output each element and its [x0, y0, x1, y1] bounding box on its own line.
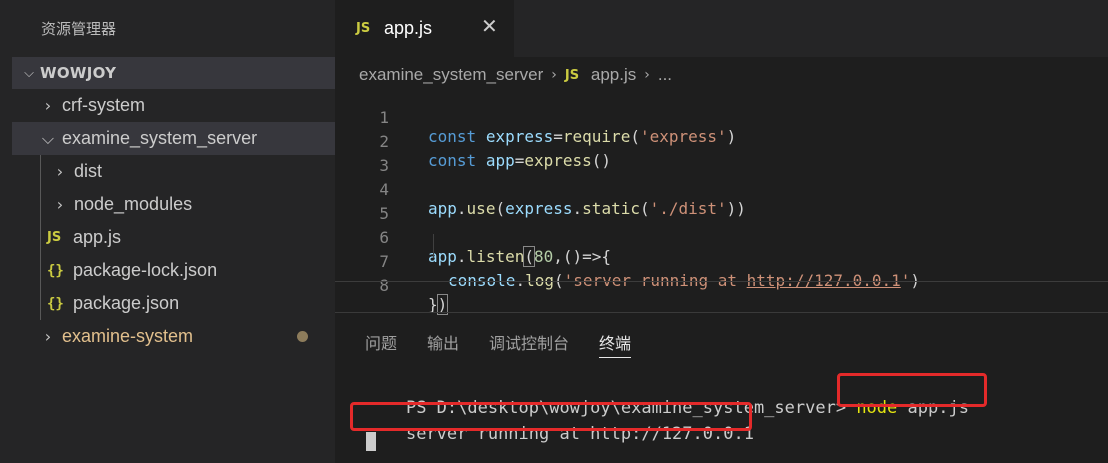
tree-item-node-modules[interactable]: › node_modules [12, 188, 335, 221]
tree-item-package-json[interactable]: {} package.json [12, 287, 335, 320]
tree-item-label: app.js [73, 227, 122, 247]
code-line: 7 console.log('server running at http://… [335, 233, 1108, 290]
breadcrumb-file[interactable]: app.js [591, 65, 636, 85]
panel-tab-bar: 问题 输出 调试控制台 终端 [365, 330, 661, 358]
modified-indicator-dot [297, 331, 308, 342]
explorer-sidebar: 资源管理器 ⌵ WOWJOY › crf-system ⌵ examine_sy… [0, 0, 335, 463]
tab-app-js[interactable]: JS app.js ✕ [335, 0, 514, 57]
breadcrumb-folder[interactable]: examine_system_server [359, 65, 543, 85]
chevron-right-icon: › [644, 67, 650, 83]
editor-tab-bar: JS app.js ✕ [335, 0, 1108, 57]
highlight-box-output [350, 402, 752, 431]
json-file-icon: {} [47, 262, 64, 279]
tree-item-label: examine_system_server [62, 128, 258, 148]
indent-guide [433, 234, 434, 258]
line-number: 8 [379, 276, 389, 295]
code-line: 2 const app=express() [335, 113, 1108, 170]
chevron-down-icon: ⌵ [41, 128, 55, 148]
chevron-right-icon: › [44, 327, 52, 346]
code-line: 8 }) [335, 257, 1108, 315]
tab-output[interactable]: 输出 [427, 330, 459, 358]
workspace-folder-label: WOWJOY [40, 64, 117, 82]
code-line: 4 app.use(express.static('./dist')) [335, 161, 1108, 218]
breadcrumb-more[interactable]: ... [658, 65, 672, 85]
json-file-icon: {} [47, 295, 64, 312]
tree-item-label: package-lock.json [73, 260, 218, 280]
chevron-right-icon: › [56, 162, 64, 181]
chevron-right-icon: › [56, 195, 64, 214]
explorer-title: 资源管理器 [41, 20, 117, 38]
tree-item-label: dist [74, 161, 103, 181]
tab-debug-console[interactable]: 调试控制台 [489, 330, 569, 358]
highlight-box-command [837, 373, 987, 407]
code-line: 5 [335, 185, 1108, 223]
tree-item-app-js[interactable]: JS app.js [12, 221, 335, 254]
panel-divider [335, 312, 1108, 313]
tab-terminal[interactable]: 终端 [599, 330, 632, 358]
tree-item-label: node_modules [74, 194, 193, 214]
close-icon[interactable]: ✕ [481, 14, 498, 38]
chevron-right-icon: › [44, 96, 52, 115]
js-file-icon: JS [47, 230, 62, 245]
tree-item-label: examine-system [62, 326, 194, 346]
js-file-icon: JS [356, 21, 371, 36]
breadcrumb: examine_system_server › JS app.js › ... [359, 62, 672, 88]
tree-item-label: crf-system [62, 95, 145, 115]
code-line: 6 app.listen(80,()=>{ [335, 209, 1108, 267]
workspace-folder-header[interactable]: ⌵ WOWJOY [12, 57, 335, 89]
tree-item-crf-system[interactable]: › crf-system [12, 89, 335, 122]
terminal-cursor [366, 432, 376, 451]
tree-item-examine-system-server[interactable]: ⌵ examine_system_server [12, 122, 335, 155]
code-line: 3 [335, 137, 1108, 175]
chevron-right-icon: › [551, 67, 557, 83]
tab-label: app.js [384, 18, 433, 38]
code-line: 1 const express=require('express') [335, 89, 1108, 146]
chevron-down-icon: ⌵ [24, 65, 34, 81]
tree-item-label: package.json [73, 293, 180, 313]
tree-item-dist[interactable]: › dist [12, 155, 335, 188]
tab-problems[interactable]: 问题 [365, 330, 397, 358]
tree-item-package-lock-json[interactable]: {} package-lock.json [12, 254, 335, 287]
editor-divider [335, 281, 1108, 282]
js-file-icon: JS [564, 67, 580, 83]
tree-item-examine-system[interactable]: › examine-system [12, 320, 335, 353]
